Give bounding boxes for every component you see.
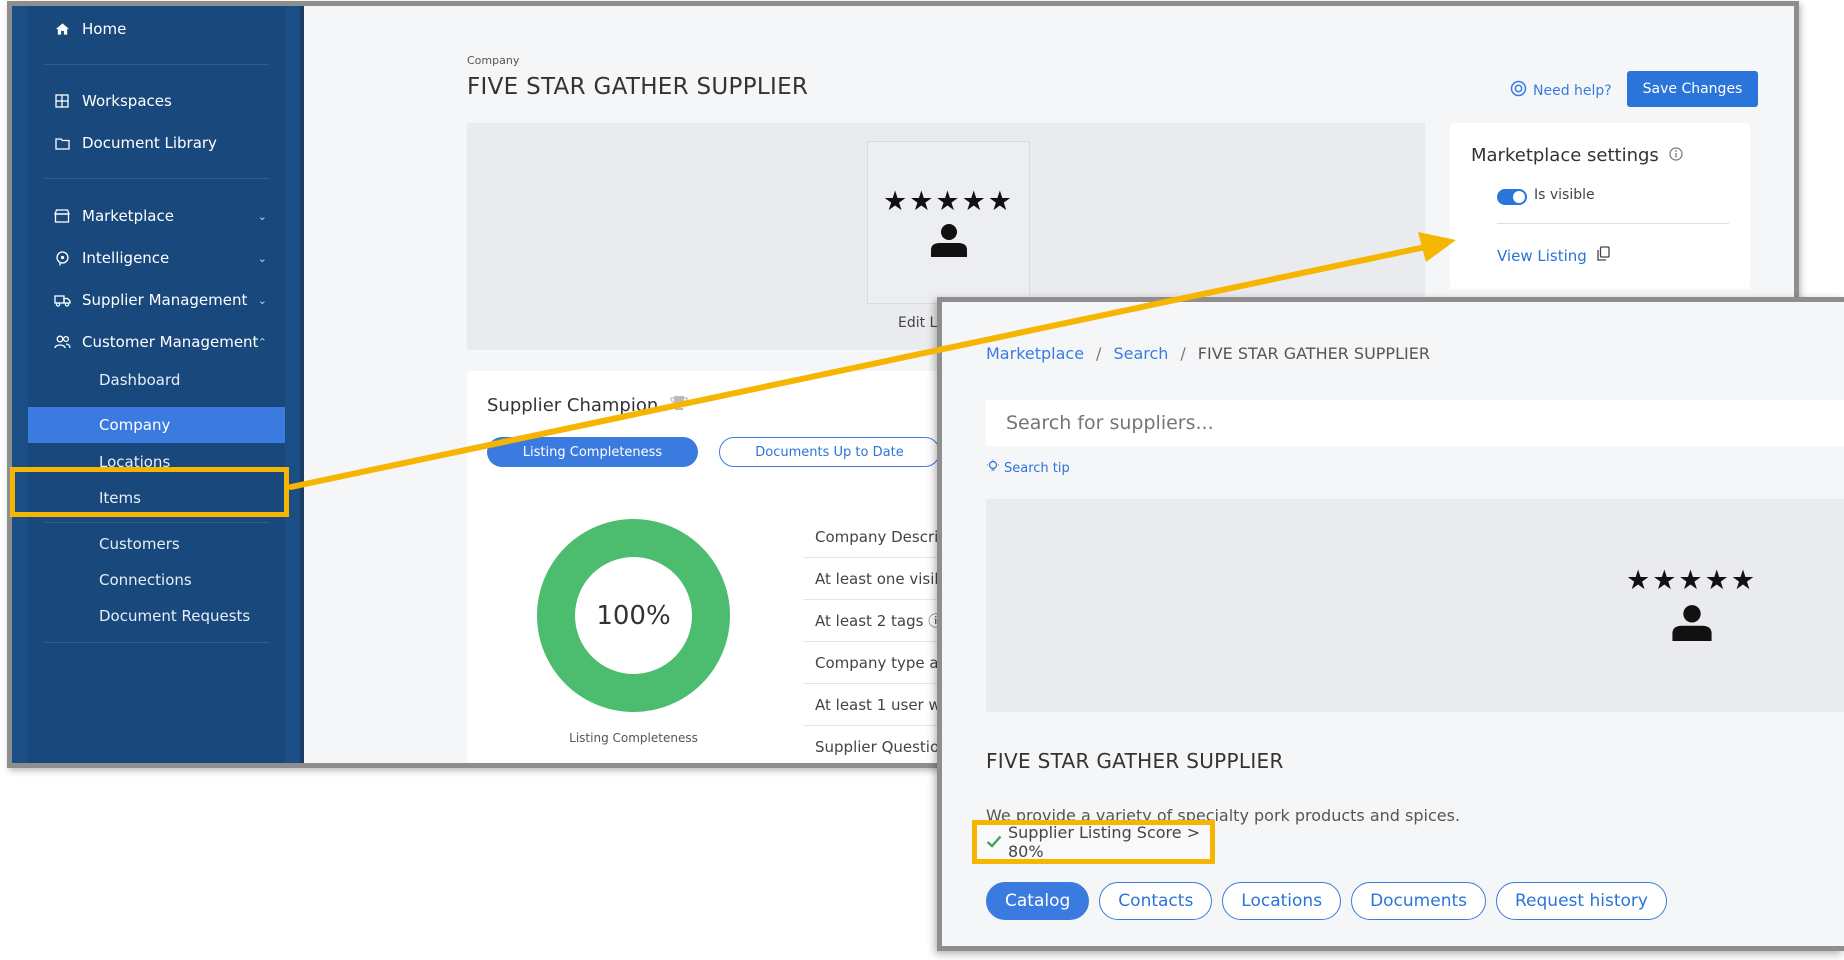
completeness-value: 100% bbox=[596, 600, 671, 631]
sidebar-item-marketplace[interactable]: Marketplace ⌄ bbox=[28, 196, 285, 236]
sidebar-divider bbox=[44, 522, 269, 523]
sidebar: Home Workspaces Document Library Marketp… bbox=[12, 6, 300, 763]
breadcrumb-search[interactable]: Search bbox=[1113, 344, 1168, 363]
lifebuoy-icon bbox=[1510, 80, 1527, 101]
need-help-link[interactable]: Need help? bbox=[1510, 80, 1612, 101]
breadcrumb-marketplace[interactable]: Marketplace bbox=[986, 344, 1084, 363]
visibility-toggle[interactable] bbox=[1497, 189, 1527, 205]
completeness-caption: Listing Completeness bbox=[569, 731, 698, 745]
sidebar-subitem-label: Company bbox=[99, 416, 171, 434]
supplier-name: FIVE STAR GATHER SUPPLIER bbox=[986, 749, 1284, 773]
listing-tabs: Catalog Contacts Locations Documents Req… bbox=[986, 882, 1667, 920]
info-icon[interactable] bbox=[1669, 145, 1683, 166]
listing-score-label: Supplier Listing Score > 80% bbox=[1008, 823, 1201, 861]
breadcrumb-current: FIVE STAR GATHER SUPPLIER bbox=[1197, 344, 1430, 363]
sidebar-item-home[interactable]: Home bbox=[28, 9, 285, 49]
breadcrumb-separator: / bbox=[1096, 344, 1102, 363]
sidebar-subitem-label: Document Requests bbox=[99, 607, 251, 625]
sidebar-item-label: Intelligence bbox=[82, 249, 170, 267]
person-icon bbox=[930, 224, 967, 257]
sidebar-item-label: Marketplace bbox=[82, 207, 174, 225]
listing-logo: ★★★★★ bbox=[1626, 567, 1757, 641]
marketplace-listing-screenshot: Marketplace / Search / FIVE STAR GATHER … bbox=[937, 297, 1844, 951]
sidebar-item-label: Home bbox=[82, 20, 127, 38]
listing-score-badge: Supplier Listing Score > 80% bbox=[972, 820, 1215, 864]
champion-title-label: Supplier Champion bbox=[487, 395, 659, 416]
settings-title-label: Marketplace settings bbox=[1471, 145, 1659, 166]
tab-locations[interactable]: Locations bbox=[1222, 882, 1342, 920]
sidebar-item-label: Workspaces bbox=[82, 92, 172, 110]
folder-icon bbox=[48, 137, 76, 150]
sidebar-item-label: Document Library bbox=[82, 134, 217, 152]
sidebar-divider bbox=[44, 642, 269, 643]
marketplace-settings-card: Marketplace settings Is visible View Lis… bbox=[1450, 123, 1750, 289]
truck-icon bbox=[48, 294, 76, 307]
five-stars-logo-icon: ★★★★★ bbox=[882, 186, 1015, 217]
marketplace-settings-title: Marketplace settings bbox=[1471, 145, 1683, 166]
breadcrumb: Marketplace / Search / FIVE STAR GATHER … bbox=[986, 344, 1430, 363]
chevron-up-icon: ⌃ bbox=[257, 335, 267, 349]
grid-icon bbox=[48, 94, 76, 108]
checkmark-icon bbox=[986, 833, 1002, 852]
sidebar-subitem-company[interactable]: Company bbox=[28, 407, 285, 443]
person-icon bbox=[1671, 605, 1712, 641]
sidebar-subitem-connections[interactable]: Connections bbox=[28, 562, 285, 598]
page-kicker: Company bbox=[467, 54, 520, 67]
chevron-down-icon: ⌄ bbox=[257, 209, 267, 223]
need-help-label: Need help? bbox=[1533, 82, 1612, 99]
tab-listing-completeness[interactable]: Listing Completeness bbox=[487, 437, 698, 467]
brain-icon bbox=[48, 250, 76, 266]
users-icon bbox=[48, 335, 76, 349]
chevron-down-icon: ⌄ bbox=[257, 293, 267, 307]
supplier-search-input[interactable] bbox=[986, 400, 1844, 446]
page-title: FIVE STAR GATHER SUPPLIER bbox=[467, 74, 809, 100]
sidebar-item-document-library[interactable]: Document Library bbox=[28, 123, 285, 163]
sidebar-item-label: Customer Management bbox=[82, 333, 259, 351]
listing-banner: ★★★★★ bbox=[986, 499, 1844, 712]
chevron-down-icon: ⌄ bbox=[257, 251, 267, 265]
tab-contacts[interactable]: Contacts bbox=[1099, 882, 1213, 920]
sidebar-subitem-label: Customers bbox=[99, 535, 180, 553]
sidebar-subitem-dashboard[interactable]: Dashboard bbox=[28, 362, 285, 398]
company-logo[interactable]: ★★★★★ bbox=[867, 141, 1030, 304]
five-stars-logo-icon: ★★★★★ bbox=[1626, 565, 1758, 596]
tab-documents-up-to-date[interactable]: Documents Up to Date bbox=[719, 437, 940, 467]
supplier-champion-title: Supplier Champion bbox=[487, 395, 688, 416]
view-listing-label: View Listing bbox=[1497, 246, 1587, 265]
tab-request-history[interactable]: Request history bbox=[1496, 882, 1667, 920]
sidebar-subitem-label: Connections bbox=[99, 571, 192, 589]
store-icon bbox=[48, 209, 76, 223]
sidebar-panel: Home Workspaces Document Library Marketp… bbox=[28, 6, 285, 763]
sidebar-item-intelligence[interactable]: Intelligence ⌄ bbox=[28, 238, 285, 278]
visibility-toggle-label: Is visible bbox=[1534, 187, 1595, 203]
settings-divider bbox=[1497, 223, 1729, 224]
breadcrumb-separator: / bbox=[1180, 344, 1186, 363]
sidebar-divider bbox=[44, 178, 269, 179]
sidebar-subitem-label: Dashboard bbox=[99, 371, 181, 389]
sidebar-item-label: Supplier Management bbox=[82, 291, 248, 309]
sidebar-subitem-customers[interactable]: Customers bbox=[28, 526, 285, 562]
view-listing-link[interactable]: View Listing bbox=[1497, 246, 1610, 265]
search-tip-label: Search tip bbox=[1004, 460, 1070, 476]
sidebar-item-supplier-management[interactable]: Supplier Management ⌄ bbox=[28, 280, 285, 320]
sidebar-subitem-document-requests[interactable]: Document Requests bbox=[28, 598, 285, 634]
edit-logo-link[interactable]: Edit L bbox=[898, 315, 937, 331]
trophy-icon bbox=[670, 395, 688, 416]
lightbulb-icon bbox=[986, 459, 1000, 477]
tab-documents[interactable]: Documents bbox=[1351, 882, 1486, 920]
sidebar-divider bbox=[44, 64, 269, 65]
search-tip-link[interactable]: Search tip bbox=[986, 459, 1070, 477]
copy-icon[interactable] bbox=[1597, 246, 1610, 265]
save-changes-button[interactable]: Save Changes bbox=[1627, 71, 1758, 107]
sidebar-item-customer-management[interactable]: Customer Management ⌃ bbox=[28, 322, 285, 362]
home-icon bbox=[48, 22, 76, 36]
tab-catalog[interactable]: Catalog bbox=[986, 882, 1090, 920]
sidebar-item-workspaces[interactable]: Workspaces bbox=[28, 81, 285, 121]
company-highlight-box bbox=[10, 467, 289, 517]
